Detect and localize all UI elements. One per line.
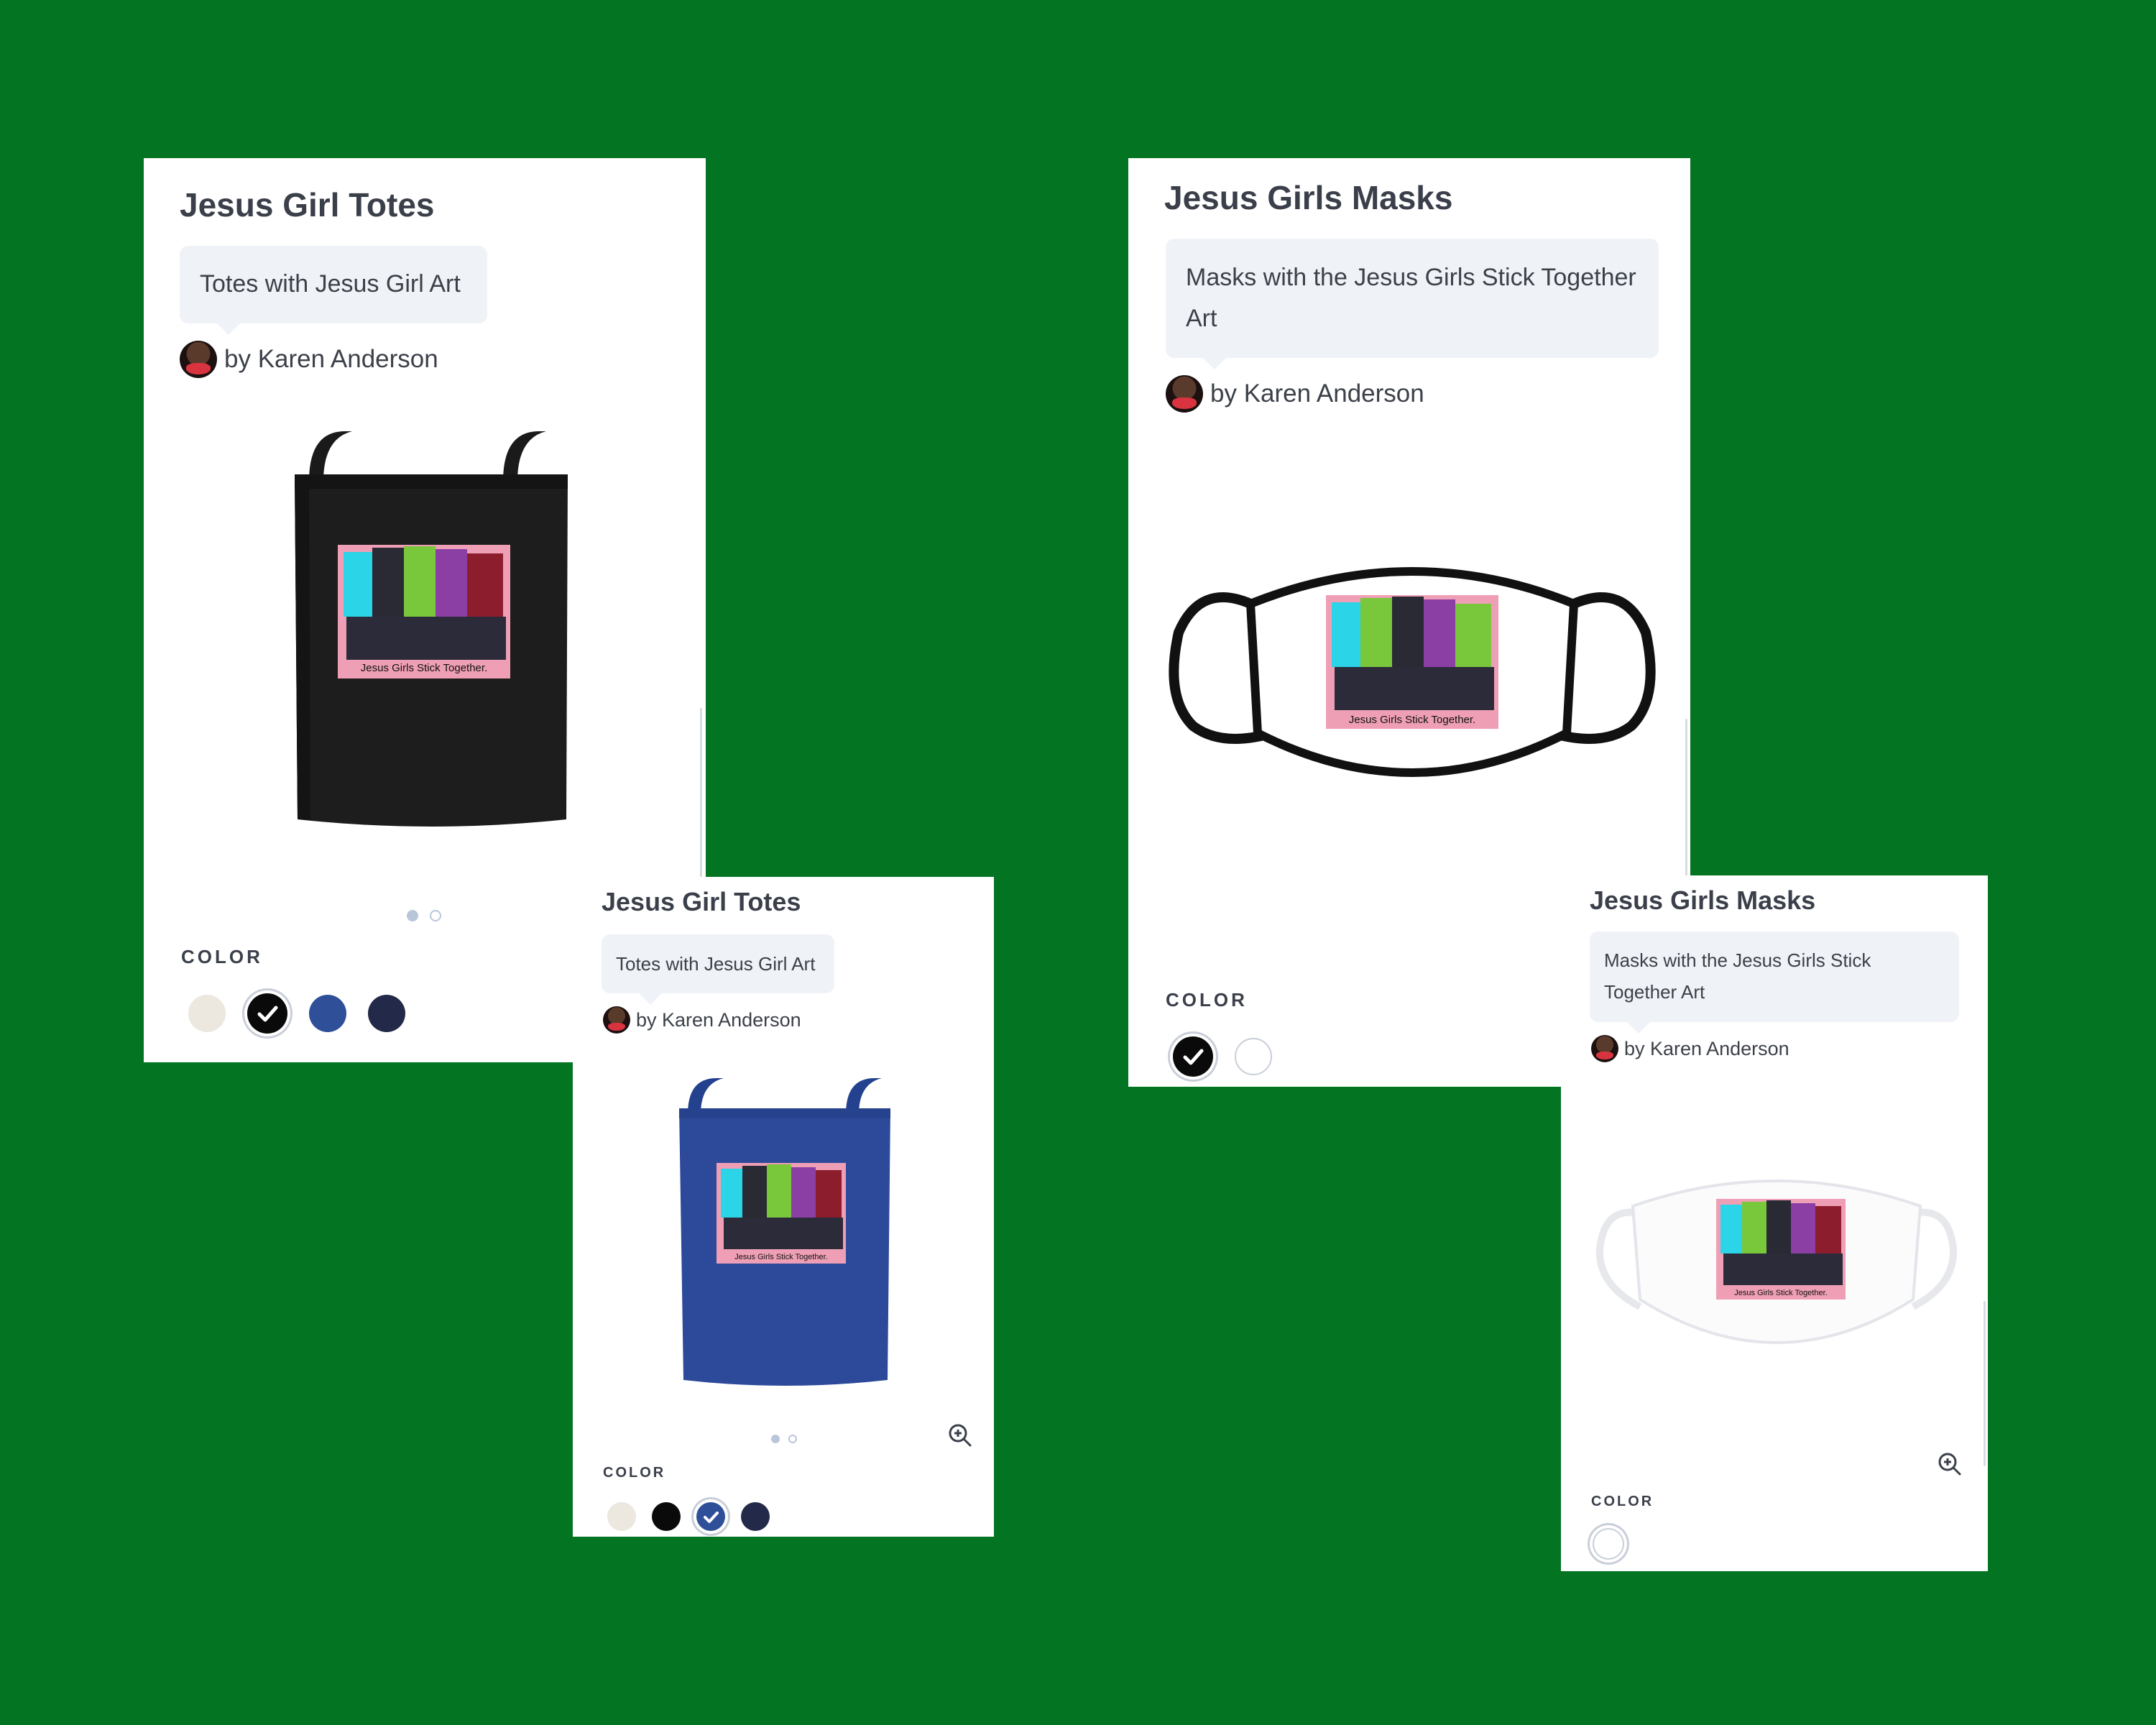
byline-text: by Karen Anderson [1624, 1037, 1789, 1059]
swatch-black[interactable] [1173, 1036, 1213, 1077]
scroll-edge [700, 708, 702, 880]
swatch-navy[interactable] [741, 1502, 770, 1531]
scroll-edge [1984, 1301, 1986, 1466]
art-caption: Jesus Girls Stick Together. [734, 1253, 827, 1261]
swatch-royal-blue[interactable] [309, 995, 346, 1032]
description-bubble: Masks with the Jesus Girls Stick Togethe… [1590, 932, 1959, 1034]
description-text: Masks with the Jesus Girls Stick Togethe… [1186, 264, 1636, 332]
swatch-white[interactable] [1593, 1528, 1624, 1560]
byline-text: by Karen Anderson [224, 345, 438, 373]
face-mask-image[interactable]: Jesus Girls Stick Together. [1590, 1163, 1963, 1379]
swatch-natural[interactable] [188, 995, 226, 1032]
check-icon [1183, 1049, 1204, 1065]
color-swatches[interactable] [188, 993, 405, 1034]
swatch-navy[interactable] [368, 995, 405, 1032]
color-label: COLOR [1166, 989, 1248, 1011]
check-icon [704, 1512, 719, 1523]
scroll-edge [1685, 719, 1687, 891]
avatar-icon[interactable] [1166, 375, 1203, 413]
carousel-dot-2[interactable] [430, 910, 441, 921]
art-caption: Jesus Girls Stick Together. [1734, 1289, 1827, 1297]
art-caption: Jesus Girls Stick Together. [361, 662, 487, 674]
byline[interactable]: by Karen Anderson [1166, 375, 1424, 413]
byline[interactable]: by Karen Anderson [180, 341, 438, 378]
face-mask-image[interactable]: Jesus Girls Stick Together. [1164, 553, 1660, 805]
description-bubble: Masks with the Jesus Girls Stick Togethe… [1166, 239, 1659, 369]
avatar-icon[interactable] [180, 341, 217, 378]
carousel-dot-1[interactable] [407, 910, 418, 921]
swatch-white[interactable] [1235, 1038, 1272, 1075]
byline[interactable]: by Karen Anderson [1591, 1035, 1789, 1062]
card-title: Jesus Girls Masks [1590, 886, 1816, 915]
zoom-in-icon[interactable] [1938, 1452, 1962, 1476]
description-text: Masks with the Jesus Girls Stick Togethe… [1604, 949, 1871, 1003]
byline-text: by Karen Anderson [636, 1008, 801, 1031]
swatch-royal-blue[interactable] [696, 1502, 725, 1531]
tote-bag-image[interactable]: Jesus Girls Stick Together. [266, 431, 582, 834]
product-card-mask-white[interactable]: Jesus Girls Masks Masks with the Jesus G… [1561, 875, 1988, 1571]
swatch-natural[interactable] [607, 1502, 636, 1531]
avatar-icon[interactable] [1591, 1035, 1618, 1062]
art-caption: Jesus Girls Stick Together. [1349, 714, 1475, 726]
swatch-black[interactable] [652, 1502, 681, 1531]
product-card-tote-blue[interactable]: Jesus Girl Totes Totes with Jesus Girl A… [573, 877, 994, 1537]
card-title: Jesus Girl Totes [180, 186, 435, 224]
description-bubble: Totes with Jesus Girl Art [602, 934, 834, 1005]
description-bubble: Totes with Jesus Girl Art [180, 246, 487, 335]
color-label: COLOR [181, 946, 263, 967]
byline[interactable]: by Karen Anderson [603, 1006, 801, 1034]
carousel-dots[interactable] [771, 1435, 797, 1443]
avatar-icon[interactable] [603, 1006, 630, 1034]
card-title: Jesus Girls Masks [1164, 179, 1453, 216]
color-label: COLOR [1591, 1494, 1654, 1509]
carousel-dot-1[interactable] [771, 1435, 780, 1443]
description-text: Totes with Jesus Girl Art [616, 953, 816, 975]
check-icon [257, 1006, 278, 1022]
carousel-dot-2[interactable] [788, 1435, 797, 1443]
card-title: Jesus Girl Totes [602, 887, 801, 916]
zoom-in-icon[interactable] [948, 1423, 972, 1448]
color-swatches[interactable] [1173, 1036, 1272, 1077]
swatch-black[interactable] [247, 993, 287, 1034]
color-swatches[interactable] [607, 1502, 770, 1531]
color-label: COLOR [603, 1465, 666, 1481]
color-swatches[interactable] [1593, 1528, 1624, 1560]
tote-bag-image[interactable]: Jesus Girls Stick Together. [659, 1078, 903, 1394]
description-text: Totes with Jesus Girl Art [200, 270, 461, 298]
byline-text: by Karen Anderson [1210, 380, 1424, 408]
carousel-dots[interactable] [407, 910, 441, 921]
